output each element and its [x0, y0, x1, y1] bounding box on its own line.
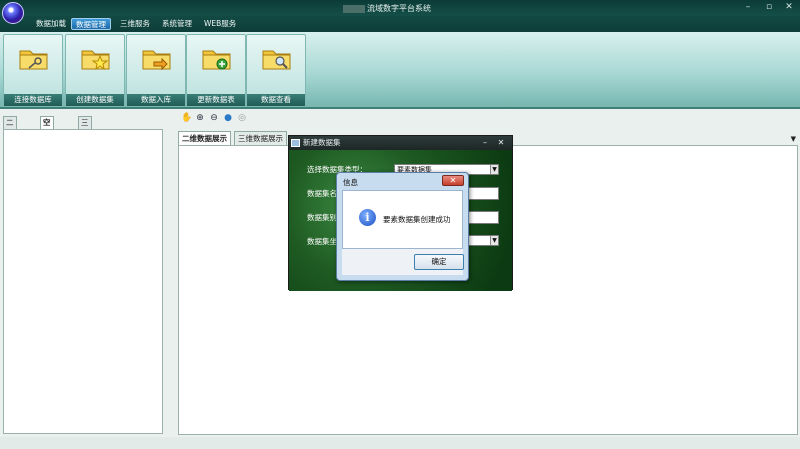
- tab-spatial-data[interactable]: 空间数据: [40, 116, 54, 163]
- close-button[interactable]: ✕: [782, 1, 796, 13]
- zoom-in-icon[interactable]: ⊕: [195, 113, 205, 123]
- chevron-down-icon: ▼: [490, 165, 498, 174]
- data-import-button[interactable]: 数据入库: [126, 34, 186, 107]
- globe-icon[interactable]: ●: [223, 113, 233, 123]
- create-dataset-label: 创建数据集: [66, 94, 124, 106]
- minimize-button[interactable]: –: [741, 1, 755, 13]
- dialog-window-icon: [291, 139, 300, 147]
- app-logo-icon[interactable]: [2, 2, 24, 24]
- title-bar: 流域数字平台系统 – ▫ ✕: [0, 0, 800, 16]
- message-body: i 要素数据集创建成功: [342, 190, 463, 249]
- dataset-coordinate-label: 数据集坐: [307, 237, 337, 246]
- update-table-button[interactable]: 更新数据表: [186, 34, 246, 107]
- dataset-name-label: 数据集名: [307, 189, 337, 198]
- full-extent-icon[interactable]: ◎: [237, 113, 247, 123]
- folder-search-icon: [262, 50, 291, 70]
- folder-star-icon: [81, 50, 110, 71]
- new-dataset-dialog-title: 新建数据集 – ✕: [289, 136, 512, 150]
- window-title: 流域数字平台系统: [343, 3, 431, 14]
- message-footer: 确定: [342, 249, 464, 275]
- folder-arrow-icon: [142, 50, 171, 71]
- info-icon: i: [359, 209, 376, 226]
- tab-list-dropdown-icon[interactable]: ▼: [791, 135, 796, 143]
- chevron-down-icon: ▼: [490, 236, 498, 245]
- dialog-close-button[interactable]: ✕: [496, 136, 506, 150]
- tab-2d-display[interactable]: 二维数据展示: [178, 131, 231, 145]
- folder-add-icon: [202, 50, 231, 70]
- info-message-box: 信息 ✕ i 要素数据集创建成功 确定: [336, 172, 469, 281]
- update-table-label: 更新数据表: [187, 94, 245, 106]
- tab-3d-models[interactable]: 三维模型: [78, 116, 92, 163]
- menu-3d-service[interactable]: 三维服务: [116, 18, 154, 30]
- tab-3d-display[interactable]: 三维数据展示: [234, 131, 287, 145]
- dataset-alias-label: 数据集别: [307, 213, 337, 222]
- menu-web-service[interactable]: WEB服务: [200, 18, 240, 30]
- pan-icon[interactable]: ✋: [181, 113, 192, 123]
- data-import-label: 数据入库: [127, 94, 185, 106]
- status-bar: [0, 437, 800, 449]
- menu-data-load[interactable]: 数据加载: [32, 18, 70, 30]
- left-panel: 二维图层 空间数据 三维模型: [0, 114, 164, 436]
- ribbon-toolbar: 连接数据库 创建数据集 数据入库 更新数据表 数据查看: [0, 32, 800, 109]
- folder-key-icon: [19, 50, 48, 70]
- data-view-button[interactable]: 数据查看: [246, 34, 306, 107]
- menu-system-manage[interactable]: 系统管理: [158, 18, 196, 30]
- menu-bar: 数据加载 数据管理 三维服务 系统管理 WEB服务: [0, 16, 800, 32]
- connect-database-label: 连接数据库: [4, 94, 62, 106]
- restore-button[interactable]: ▫: [762, 1, 776, 13]
- message-box-title: 信息: [343, 178, 358, 187]
- ok-button[interactable]: 确定: [414, 254, 464, 270]
- spatial-data-tree[interactable]: [3, 129, 163, 434]
- data-view-label: 数据查看: [247, 94, 305, 106]
- connect-database-button[interactable]: 连接数据库: [3, 34, 63, 107]
- create-dataset-button[interactable]: 创建数据集: [65, 34, 125, 107]
- message-close-button[interactable]: ✕: [442, 175, 464, 186]
- zoom-out-icon[interactable]: ⊖: [209, 113, 219, 123]
- map-toolbar: ✋ ⊕ ⊖ ● ◎: [164, 111, 800, 126]
- dialog-minimize-button[interactable]: –: [480, 136, 490, 150]
- menu-data-manage[interactable]: 数据管理: [71, 18, 111, 30]
- message-text: 要素数据集创建成功: [383, 215, 451, 224]
- tab-2d-layers[interactable]: 二维图层: [3, 116, 17, 163]
